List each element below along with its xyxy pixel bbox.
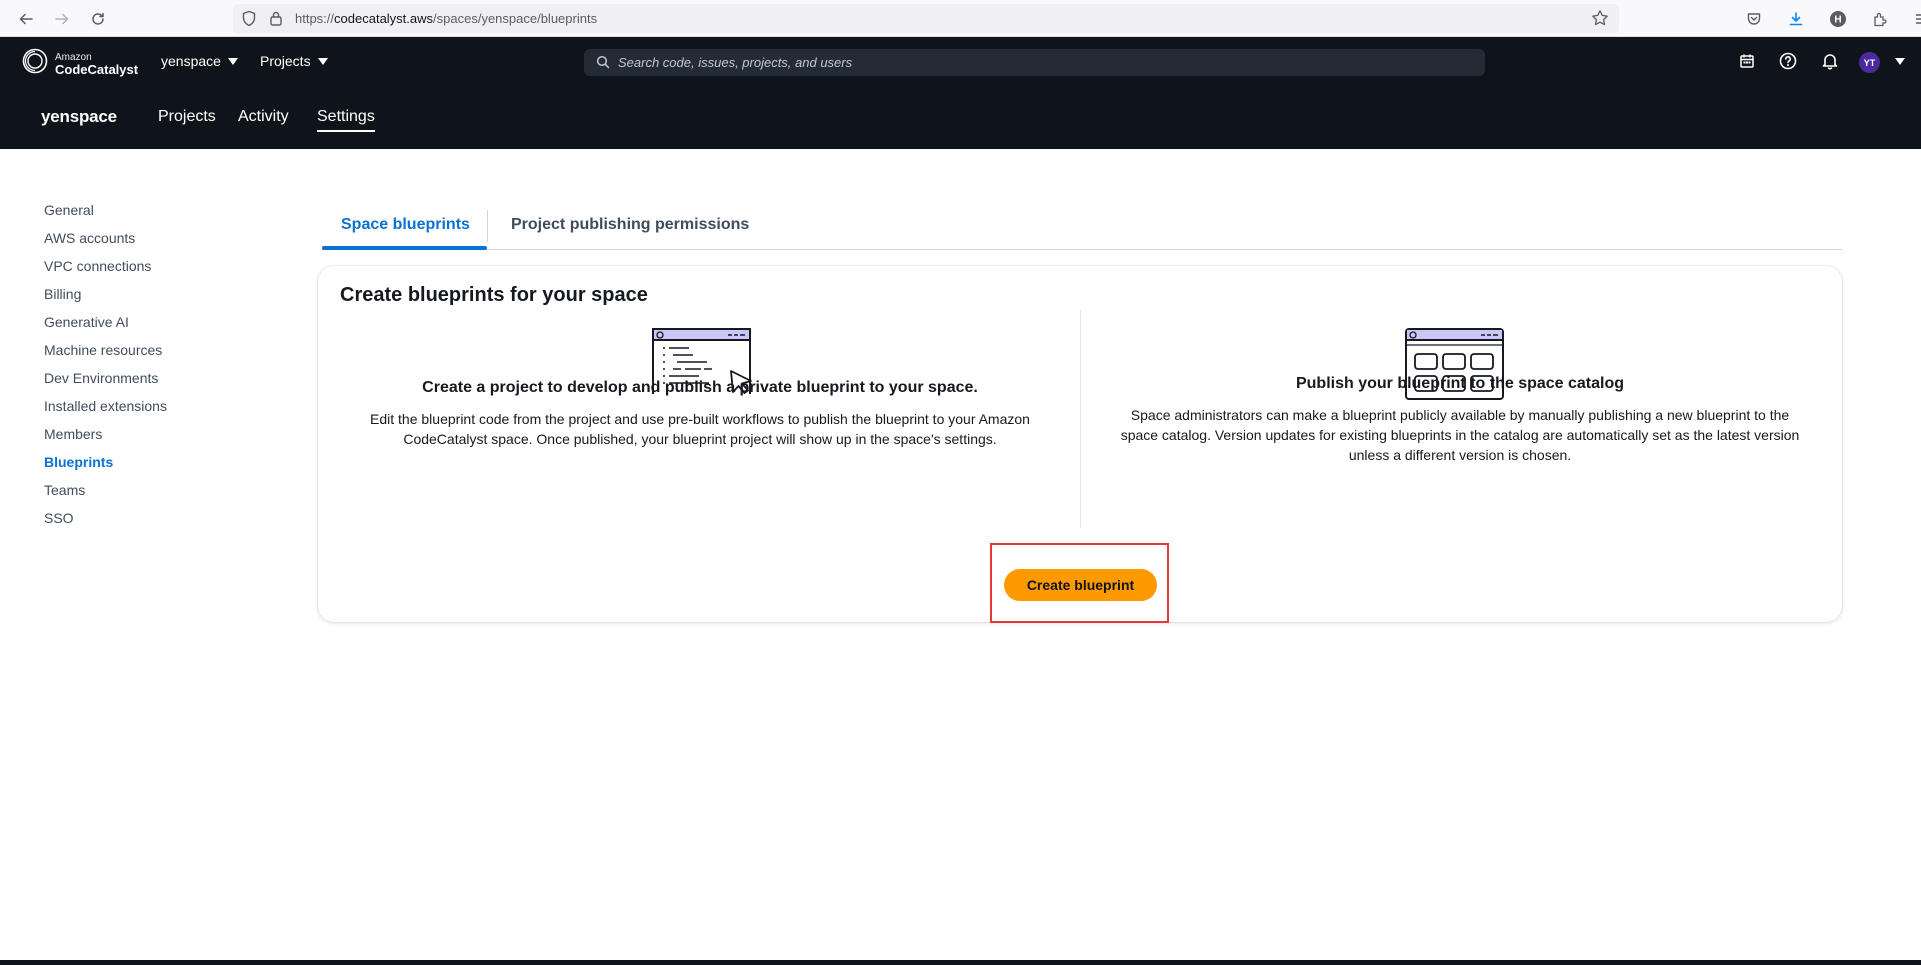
- menu-icon[interactable]: [1909, 6, 1921, 32]
- browser-tools: H: [1741, 6, 1921, 32]
- browser-toolbar: https://codecatalyst.aws/spaces/yenspace…: [0, 0, 1921, 37]
- create-blueprint-button[interactable]: Create blueprint: [1004, 569, 1157, 601]
- bottom-edge: [0, 960, 1921, 965]
- projects-dropdown-label: Projects: [260, 53, 311, 69]
- space-navigation: yenspace Projects Activity Settings: [0, 86, 1921, 149]
- left-column: Create a project to develop and publish …: [340, 379, 1060, 449]
- user-avatar[interactable]: YT: [1859, 52, 1880, 73]
- sidebar-item-aws-accounts[interactable]: AWS accounts: [44, 230, 135, 246]
- space-nav-activity[interactable]: Activity: [238, 108, 289, 126]
- sidebar-item-vpc-connections[interactable]: VPC connections: [44, 258, 151, 274]
- help-icon[interactable]: [1777, 50, 1799, 72]
- svg-text:H: H: [1834, 15, 1841, 26]
- right-column-heading: Publish your blueprint to the space cata…: [1295, 375, 1625, 392]
- blueprint-tabs: Space blueprints Project publishing perm…: [322, 210, 1842, 250]
- right-column-body: Space administrators can make a blueprin…: [1100, 405, 1820, 465]
- sidebar-item-members[interactable]: Members: [44, 426, 102, 442]
- right-body-line-2: space catalog. Version updates for exist…: [1120, 427, 1800, 443]
- bookmark-star-icon[interactable]: [1591, 9, 1609, 32]
- left-column-body: Edit the blueprint code from the project…: [340, 409, 1060, 449]
- sidebar-item-machine-resources[interactable]: Machine resources: [44, 342, 162, 358]
- shield-icon[interactable]: [241, 10, 257, 32]
- avatar-caret-down-icon[interactable]: [1895, 58, 1905, 65]
- search-icon: [596, 55, 610, 74]
- sidebar-item-installed-extensions[interactable]: Installed extensions: [44, 398, 167, 414]
- tab-space-blueprints[interactable]: Space blueprints: [341, 216, 470, 234]
- space-dropdown-label: yenspace: [161, 53, 221, 69]
- calendar-icon[interactable]: [1736, 50, 1758, 72]
- tab-divider: [487, 210, 488, 242]
- url-prefix: https://: [295, 11, 335, 26]
- space-dropdown[interactable]: yenspace: [161, 53, 238, 69]
- sidebar-item-billing[interactable]: Billing: [44, 286, 81, 302]
- logo-codecatalyst-text: CodeCatalyst: [55, 62, 139, 77]
- caret-down-icon: [317, 57, 328, 65]
- download-icon[interactable]: [1783, 6, 1809, 32]
- left-body-line-1: Edit the blueprint code from the project…: [370, 411, 1030, 427]
- card-title: Create blueprints for your space: [340, 284, 648, 306]
- address-bar[interactable]: https://codecatalyst.aws/spaces/yenspace…: [233, 4, 1619, 33]
- column-divider: [1080, 309, 1081, 528]
- codecatalyst-logo-icon: [22, 48, 48, 79]
- back-icon[interactable]: [13, 6, 39, 32]
- search-input[interactable]: [618, 49, 1468, 76]
- active-tab-indicator: [322, 246, 487, 250]
- app-header: Amazon CodeCatalyst yenspace Projects YT: [0, 37, 1921, 86]
- projects-dropdown[interactable]: Projects: [260, 53, 328, 69]
- forward-icon[interactable]: [49, 6, 75, 32]
- codecatalyst-logo[interactable]: Amazon CodeCatalyst: [22, 48, 138, 79]
- notifications-bell-icon[interactable]: [1819, 50, 1841, 72]
- right-column: Publish your blueprint to the space cata…: [1100, 375, 1820, 465]
- sidebar-item-dev-environments[interactable]: Dev Environments: [44, 370, 158, 386]
- space-nav-settings[interactable]: Settings: [317, 108, 375, 132]
- profile-h-icon[interactable]: H: [1825, 6, 1851, 32]
- space-name[interactable]: yenspace: [41, 107, 117, 127]
- url-text: https://codecatalyst.aws/spaces/yenspace…: [295, 11, 597, 26]
- tab-project-publishing-permissions[interactable]: Project publishing permissions: [511, 216, 749, 234]
- sidebar-item-teams[interactable]: Teams: [44, 482, 85, 498]
- extensions-icon[interactable]: [1867, 6, 1893, 32]
- sidebar-item-blueprints[interactable]: Blueprints: [44, 454, 113, 470]
- sidebar-item-sso[interactable]: SSO: [44, 510, 74, 526]
- sidebar-item-generative-ai[interactable]: Generative AI: [44, 314, 129, 330]
- caret-down-icon: [227, 57, 238, 65]
- lock-icon[interactable]: [269, 10, 283, 31]
- left-column-heading: Create a project to develop and publish …: [422, 379, 978, 396]
- right-body-line-1: Space administrators can make a blueprin…: [1130, 407, 1790, 423]
- url-path: /spaces/yenspace/blueprints: [433, 11, 598, 26]
- right-body-line-3: unless a different version is chosen.: [1348, 447, 1572, 463]
- pocket-icon[interactable]: [1741, 6, 1767, 32]
- url-host: codecatalyst.aws: [334, 11, 434, 26]
- reload-icon[interactable]: [85, 6, 111, 32]
- left-body-line-2: CodeCatalyst space. Once published, your…: [403, 431, 997, 447]
- global-search[interactable]: [584, 49, 1485, 76]
- space-nav-projects[interactable]: Projects: [158, 108, 216, 126]
- sidebar-item-general[interactable]: General: [44, 202, 94, 218]
